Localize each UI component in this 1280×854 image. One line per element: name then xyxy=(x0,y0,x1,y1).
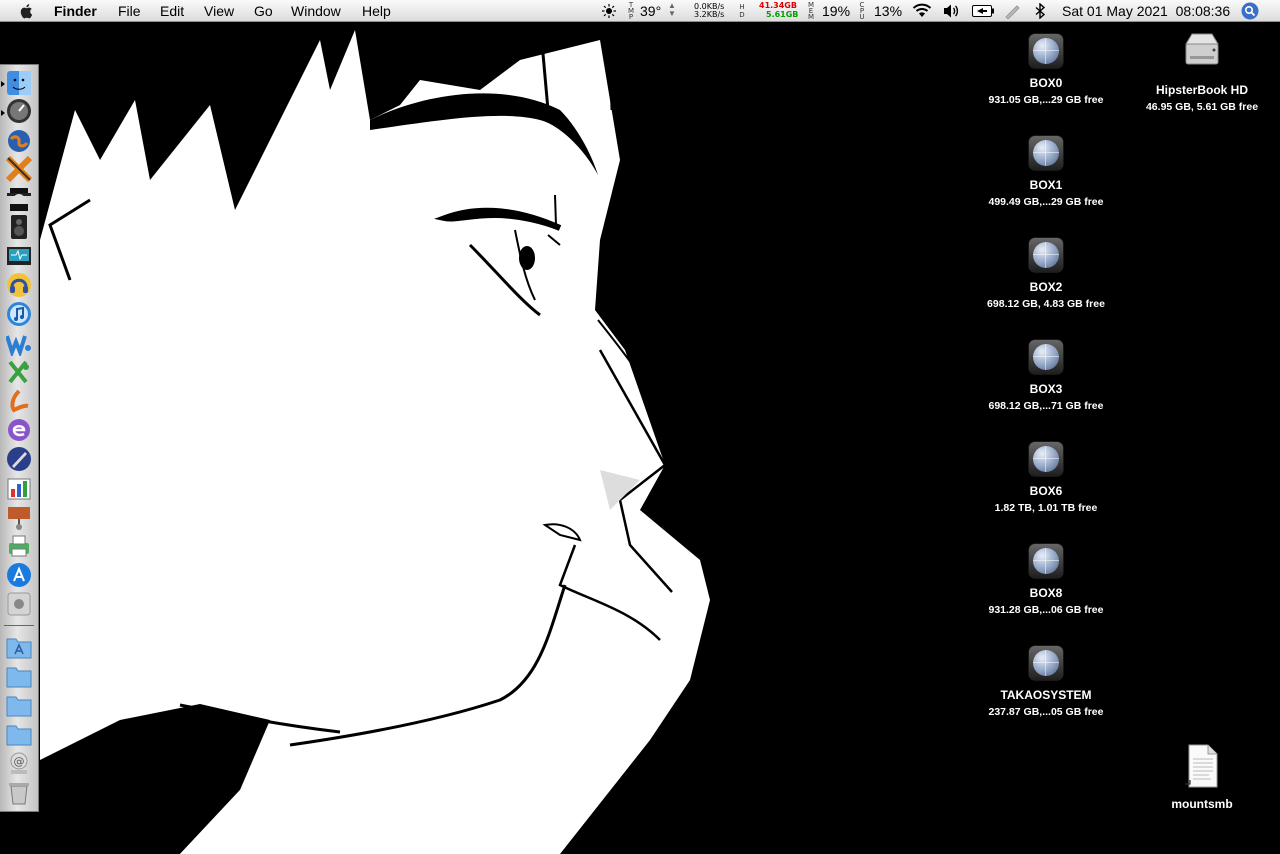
volume-name: BOX3 xyxy=(1029,382,1063,396)
browser-icon[interactable] xyxy=(6,127,32,153)
volume-info: 698.12 GB, 4.83 GB free xyxy=(987,298,1105,310)
clock-datetime[interactable]: Sat 01 May 2021 08:08:36 xyxy=(1062,3,1230,19)
dashboard-icon[interactable] xyxy=(6,98,32,124)
volume-name: BOX8 xyxy=(1029,586,1063,600)
crossover-icon[interactable] xyxy=(6,156,32,182)
volume-name: BOX2 xyxy=(1029,280,1063,294)
volume-name: HipsterBook HD xyxy=(1155,83,1248,97)
desktop-volume-box2[interactable]: BOX2 698.12 GB, 4.83 GB free xyxy=(976,238,1116,310)
network-arrows-icon: ▲ ▼ xyxy=(668,1,676,18)
menu-bar: Finder File Edit View Go Window Help T M… xyxy=(0,0,1280,22)
speaker-icon[interactable] xyxy=(6,214,32,240)
volume-icon[interactable] xyxy=(942,3,960,19)
volume-info: 499.49 GB,...29 GB free xyxy=(988,196,1104,208)
cpu-percent[interactable]: 13% xyxy=(874,3,902,19)
network-disk-icon xyxy=(1029,544,1063,578)
acrobat-icon[interactable] xyxy=(6,388,32,414)
svg-text:@: @ xyxy=(14,755,25,768)
temp-label-p: P xyxy=(628,13,634,21)
desktop-wallpaper xyxy=(0,0,1280,854)
volume-name: BOX0 xyxy=(1029,76,1063,90)
network-disk-icon xyxy=(1029,34,1063,68)
network-disk-icon xyxy=(1029,442,1063,476)
desktop-volume-box8[interactable]: BOX8 931.28 GB,...06 GB free xyxy=(976,544,1116,616)
file-name: mountsmb xyxy=(1171,797,1233,811)
desktop-volume-box0[interactable]: BOX0 931.05 GB,...29 GB free xyxy=(976,34,1116,106)
folder-icon[interactable] xyxy=(6,721,32,747)
network-disk-icon xyxy=(1029,136,1063,170)
pen-app-icon[interactable] xyxy=(6,446,32,472)
running-indicator xyxy=(1,110,5,116)
trash-icon[interactable] xyxy=(6,779,32,805)
disk-free[interactable]: 5.61GB xyxy=(766,11,798,19)
wifi-icon[interactable] xyxy=(912,3,932,19)
desktop-volume-takaosystem[interactable]: TAKAOSYSTEM 237.87 GB,...05 GB free xyxy=(976,646,1116,718)
volume-name: TAKAOSYSTEM xyxy=(1000,688,1092,702)
desktop-volume-box6[interactable]: BOX6 1.82 TB, 1.01 TB free xyxy=(976,442,1116,514)
headphones-icon[interactable] xyxy=(6,272,32,298)
app-menu-finder[interactable]: Finder xyxy=(54,3,97,19)
battery-icon[interactable] xyxy=(972,5,994,17)
ink-pen-icon[interactable] xyxy=(1003,3,1021,19)
volume-info: 698.12 GB,...71 GB free xyxy=(988,400,1104,412)
volume-info: 931.05 GB,...29 GB free xyxy=(988,94,1104,106)
menu-help[interactable]: Help xyxy=(362,3,391,19)
system-preferences-icon[interactable] xyxy=(6,591,32,617)
volume-name: BOX6 xyxy=(1029,484,1063,498)
cpu-label-u: U xyxy=(859,13,865,21)
spotlight-icon[interactable] xyxy=(1241,2,1259,20)
disk-used[interactable]: 41.34GB xyxy=(759,2,797,10)
volume-info: 931.28 GB,...06 GB free xyxy=(988,604,1104,616)
memory-percent[interactable]: 19% xyxy=(822,3,850,19)
word-icon[interactable] xyxy=(6,330,32,356)
volume-name: BOX1 xyxy=(1029,178,1063,192)
volume-info: 46.95 GB, 5.61 GB free xyxy=(1145,101,1259,113)
desktop-file-mountsmb[interactable]: mountsmb xyxy=(1132,744,1272,811)
desktop-volume-box3[interactable]: BOX3 698.12 GB,...71 GB free xyxy=(976,340,1116,412)
downloads-folder-icon[interactable] xyxy=(6,692,32,718)
disk-label-d: D xyxy=(739,11,745,19)
bluetooth-icon[interactable] xyxy=(1034,3,1046,19)
menu-window[interactable]: Window xyxy=(291,3,341,19)
document-icon xyxy=(1185,744,1218,788)
menu-go[interactable]: Go xyxy=(254,3,273,19)
dock-separator xyxy=(4,625,34,626)
entourage-icon[interactable] xyxy=(6,417,32,443)
brightness-icon[interactable] xyxy=(602,4,616,18)
hard-disk-icon xyxy=(1185,33,1219,65)
itunes-icon[interactable] xyxy=(6,301,32,327)
apple-icon[interactable] xyxy=(18,2,36,20)
temperature-readout[interactable]: 39° xyxy=(640,3,661,19)
network-disk-icon xyxy=(1029,238,1063,272)
volume-info: 1.82 TB, 1.01 TB free xyxy=(994,502,1098,514)
finder-icon[interactable] xyxy=(6,70,32,96)
network-disk-icon xyxy=(1029,646,1063,680)
applications-folder-icon[interactable] xyxy=(6,634,32,660)
network-disk-icon xyxy=(1029,340,1063,374)
spy-agent-icon[interactable] xyxy=(6,185,32,211)
menu-file[interactable]: File xyxy=(118,3,141,19)
presentation-icon[interactable] xyxy=(6,504,32,530)
net-download-rate[interactable]: 3.2KB/s xyxy=(694,11,724,19)
disk-label-h: H xyxy=(739,3,745,11)
mem-label-m2: M xyxy=(807,13,815,21)
documents-folder-icon[interactable] xyxy=(6,663,32,689)
dock: @ xyxy=(0,64,39,812)
office-chart-icon[interactable] xyxy=(6,475,32,501)
printer-icon[interactable] xyxy=(6,533,32,559)
running-indicator xyxy=(1,81,5,87)
mail-stack-icon[interactable]: @ xyxy=(6,750,32,776)
app-store-icon[interactable] xyxy=(6,562,32,588)
desktop-volume-hipsterbook-hd[interactable]: HipsterBook HD 46.95 GB, 5.61 GB free xyxy=(1132,30,1272,113)
excel-icon[interactable] xyxy=(6,359,32,385)
menu-view[interactable]: View xyxy=(204,3,234,19)
desktop-volume-box1[interactable]: BOX1 499.49 GB,...29 GB free xyxy=(976,136,1116,208)
monitor-icon[interactable] xyxy=(6,243,32,269)
menu-edit[interactable]: Edit xyxy=(160,3,184,19)
volume-info: 237.87 GB,...05 GB free xyxy=(988,706,1104,718)
